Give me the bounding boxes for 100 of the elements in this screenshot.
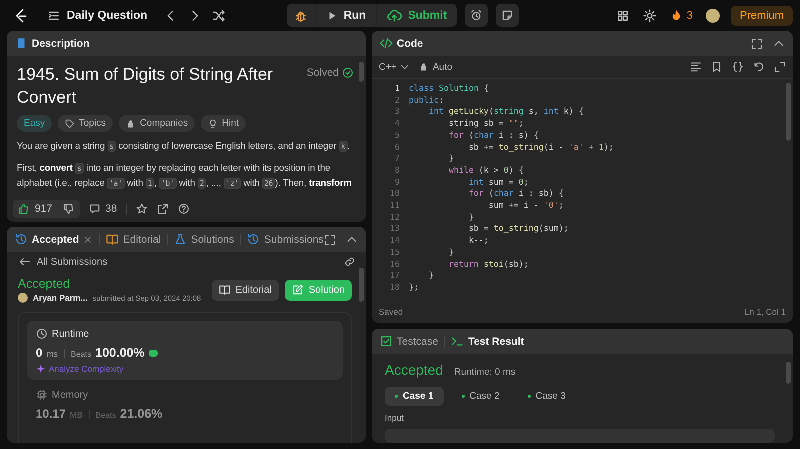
run-button[interactable]: Run: [316, 4, 376, 27]
code-line: };: [409, 282, 420, 294]
submit-button[interactable]: Submit: [377, 4, 458, 27]
submission-verdict: Accepted: [18, 277, 72, 291]
code-line: class Solution {: [409, 83, 490, 95]
memory-unit: MB: [70, 410, 83, 420]
avatar[interactable]: [706, 8, 720, 22]
all-submissions-link[interactable]: All Submissions: [19, 256, 108, 268]
line-number: 14: [389, 235, 400, 247]
code-line: int getLucky(string s, int k) {: [428, 106, 585, 118]
sparkle-icon: [36, 364, 46, 374]
panel-tab[interactable]: Submissions: [247, 233, 324, 246]
beats-label: Beats: [96, 411, 116, 420]
code-line: }: [448, 246, 455, 259]
memory-value: 10.17: [36, 407, 66, 421]
debug-button[interactable]: [286, 4, 315, 27]
code-line: public:: [409, 94, 445, 106]
beats-percent: 100.00%: [96, 346, 145, 360]
fullscreen-icon[interactable]: [751, 38, 763, 50]
flask-icon: [174, 233, 188, 246]
code-icon: [380, 37, 393, 50]
tag-icon: [65, 118, 76, 128]
language-dropdown[interactable]: C++: [379, 62, 410, 72]
format-icon[interactable]: [690, 61, 702, 73]
clock-icon: [36, 328, 48, 340]
comments-button[interactable]: 38: [88, 203, 118, 215]
scrollbar[interactable]: [786, 83, 791, 141]
link-icon[interactable]: [344, 256, 356, 268]
runtime-value: 0: [36, 346, 43, 360]
code-tab[interactable]: Code: [380, 37, 424, 50]
bookmark-icon[interactable]: [711, 61, 723, 73]
scrollbar[interactable]: [359, 268, 364, 302]
result-verdict: Accepted: [385, 362, 444, 378]
topics-tag[interactable]: Topics: [58, 115, 114, 132]
code-line: sb = to_string(sum);: [468, 223, 570, 236]
expand-icon[interactable]: [774, 61, 786, 73]
code-line: }: [428, 270, 435, 282]
book-icon: [218, 284, 231, 296]
layout-icon[interactable]: [616, 8, 630, 22]
streak-count[interactable]: 3: [686, 10, 693, 22]
close-icon[interactable]: [83, 234, 94, 244]
book-icon: [106, 233, 120, 246]
panel-tab[interactable]: Testcase: [380, 335, 438, 348]
code-line: for (char i : s) {: [448, 130, 540, 142]
problem-title: 1945. Sum of Digits of String After Convert: [17, 64, 274, 109]
panel-tab[interactable]: Test Result: [451, 335, 524, 348]
case-tab[interactable]: Case 1: [385, 387, 444, 406]
code-line: sb += to_string(i - 'a' + 1);: [468, 142, 614, 154]
line-number: 7: [394, 153, 400, 165]
braces-icon[interactable]: [732, 61, 744, 73]
star-icon[interactable]: [136, 203, 148, 215]
beats-label: Beats: [71, 350, 92, 359]
thumbs-down-icon: [62, 203, 75, 215]
memory-chip-icon: [36, 389, 48, 401]
lock-icon: [418, 62, 429, 72]
premium-button[interactable]: Premium: [730, 6, 793, 26]
case-tab[interactable]: Case 2: [452, 387, 510, 406]
like-count: 917: [35, 203, 53, 215]
history-icon: [15, 233, 28, 246]
problem-list-title[interactable]: Daily Question: [67, 10, 148, 22]
line-number: 16: [389, 258, 400, 270]
panel-tab[interactable]: Accepted: [15, 233, 94, 246]
timer-button[interactable]: [465, 4, 488, 27]
solved-status: Solved: [306, 67, 339, 79]
companies-tag[interactable]: Companies: [119, 115, 196, 132]
terminal-icon: [451, 335, 464, 348]
notes-button[interactable]: [496, 4, 520, 27]
thumbs-up-icon: [18, 203, 30, 215]
save-status: Saved: [379, 307, 404, 317]
fullscreen-icon[interactable]: [324, 234, 336, 246]
line-number: 3: [394, 106, 400, 118]
line-number: 10: [389, 188, 400, 200]
description-tab[interactable]: Description: [15, 37, 90, 50]
result-runtime: Runtime: 0 ms: [454, 367, 516, 378]
scrollbar[interactable]: [359, 62, 364, 82]
scrollbar[interactable]: [786, 362, 791, 384]
panel-tab[interactable]: Editorial: [106, 233, 162, 246]
editorial-button[interactable]: Editorial: [212, 280, 279, 300]
code-line: sum += i - '0';: [488, 200, 565, 212]
lightbulb-icon: [208, 118, 218, 128]
code-line: string sb = "";: [448, 118, 525, 130]
line-number: 1: [394, 83, 400, 95]
line-number: 6: [394, 142, 400, 154]
edit-icon: [292, 284, 304, 296]
difficulty-badge: Easy: [17, 115, 52, 132]
beats-percent: 21.06%: [120, 407, 163, 421]
autocomplete-mode[interactable]: Auto: [418, 62, 453, 72]
upload-icon: [387, 8, 402, 23]
line-number: 15: [389, 246, 400, 259]
hint-tag[interactable]: Hint: [201, 115, 246, 132]
code-line: k--;: [468, 235, 490, 247]
author-name[interactable]: Aryan Parm...: [33, 293, 88, 303]
shuffle-icon[interactable]: [212, 8, 226, 22]
case-tab[interactable]: Case 3: [518, 387, 576, 406]
help-icon[interactable]: [178, 203, 190, 215]
panel-tab[interactable]: Solutions: [174, 233, 234, 246]
share-icon[interactable]: [157, 203, 170, 215]
cursor-position: Ln 1, Col 1: [744, 307, 786, 317]
code-line: for (char i : sb) {: [468, 188, 565, 200]
reset-icon[interactable]: [753, 61, 765, 73]
